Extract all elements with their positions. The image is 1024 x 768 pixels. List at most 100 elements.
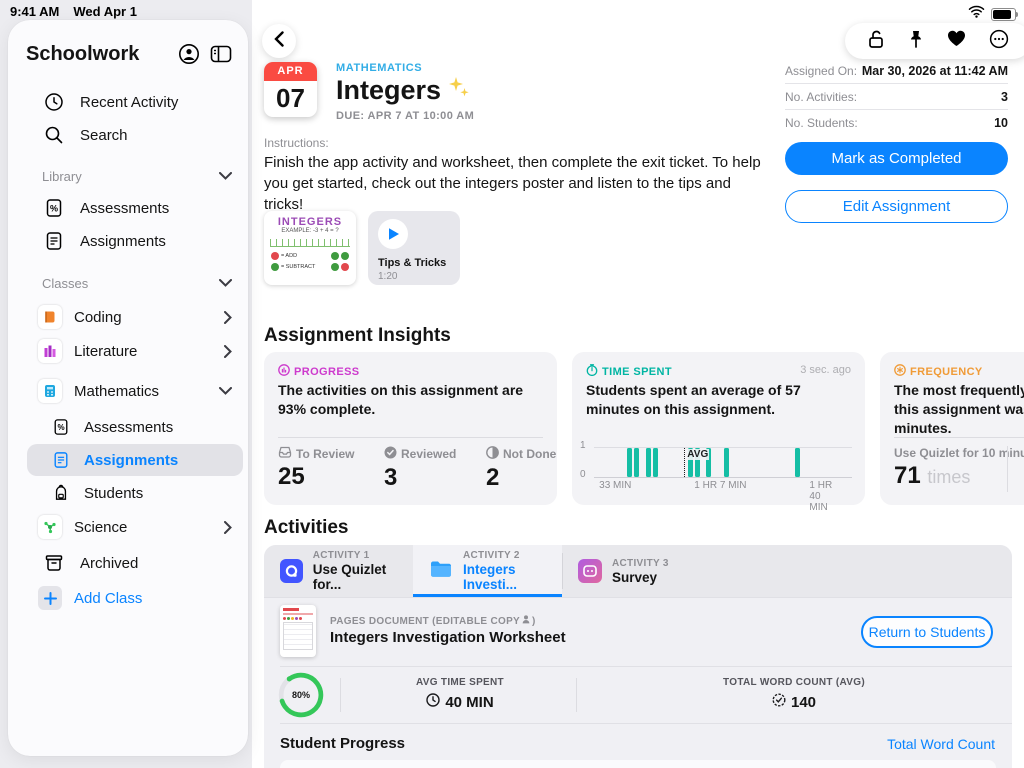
sidebar-item-math-assessments[interactable]: % Assessments [8,411,248,443]
updated-ago: 3 sec. ago [800,364,851,376]
stat-quizlet-frequency: Use Quizlet for 10 minutes 71 times [894,446,1024,490]
tag-label: PROGRESS [294,366,360,378]
divider [264,597,1012,598]
activity-progress-ring: 80% [278,672,324,718]
audio-title: Tips & Tricks [378,257,450,269]
sidebar-item-library-assignments[interactable]: Assignments [8,225,248,257]
sidebar-item-library-assessments[interactable]: % Assessments [8,192,248,224]
literature-class-icon [38,339,62,363]
stat-to-review: To Review 25 [278,446,354,491]
meta-row-students: No. Students: 10 [785,110,1008,135]
sidebar-item-add-class[interactable]: Add Class [8,582,248,614]
sidebar-section-library[interactable]: Library [8,160,248,192]
divider [1007,446,1008,492]
total-word-count-link[interactable]: Total Word Count [887,736,995,752]
assignments-icon [42,231,66,251]
tag-label: TIME SPENT [602,366,672,378]
sidebar-item-archived[interactable]: Archived [8,547,248,579]
heart-icon[interactable] [947,30,966,52]
frequency-tag: FREQUENCY [894,364,983,379]
sidebar-item-class-mathematics[interactable]: Mathematics [8,375,248,407]
date-badge-month: APR [264,62,317,81]
sidebar-item-search[interactable]: Search [8,119,248,151]
meta-label: Assigned On: [785,64,857,78]
folder-icon [429,559,453,584]
plus-icon [38,586,62,610]
activities-heading: Activities [264,517,348,539]
sidebar-label: Assignments [80,233,166,250]
stat-label: Not Done [503,447,556,461]
meta-row-activities: No. Activities: 3 [785,84,1008,110]
insights-heading: Assignment Insights [264,325,451,347]
wifi-icon [968,5,985,23]
stat-value: 71 times [894,462,1024,490]
poster-attachment[interactable]: INTEGERS EXAMPLE: -3 + 4 = ? = ADD = SUB… [264,211,356,285]
chevron-left-icon [274,31,284,52]
sidebar-label: Recent Activity [80,94,178,111]
avg-marker-label: AVG [686,449,709,460]
worksheet-thumbnail[interactable] [280,605,316,657]
unlock-icon[interactable] [867,29,885,54]
status-bar: 9:41 AM Wed Apr 1 [10,4,137,19]
progress-tag: PROGRESS [278,364,360,379]
stat-value: 40 MIN [445,694,493,711]
sidebar-label: Search [80,127,128,144]
stat-label: TOTAL WORD COUNT (AVG) [674,677,914,688]
audio-duration: 1:20 [378,271,450,282]
schoolwork-app: 9:41 AM Wed Apr 1 Schoolwork Recent Acti… [0,0,1024,768]
stat-label: AVG TIME SPENT [360,677,560,688]
back-button[interactable] [262,24,296,58]
document-kicker-close: ) [532,616,536,627]
subject-label: MATHEMATICS [336,62,422,74]
tab-activity-2-selected[interactable]: ACTIVITY 2 Integers Investi... [413,545,562,597]
time-spent-bar [724,448,729,477]
edit-assignment-button[interactable]: Edit Assignment [785,190,1008,223]
ring-percent: 80% [278,672,324,718]
mark-completed-button[interactable]: Mark as Completed [785,142,1008,175]
sidebar-label: Students [84,485,143,502]
due-date: DUE: APR 7 AT 10:00 AM [336,110,474,122]
return-to-students-button[interactable]: Return to Students [861,616,993,648]
tab-title: Survey [612,570,669,585]
poster-title: INTEGERS [264,216,356,228]
sidebar-label: Assessments [84,419,173,436]
poster-example: EXAMPLE: -3 + 4 = ? [264,228,356,234]
quizlet-icon [280,559,303,583]
tab-activity-3[interactable]: ACTIVITY 3 Survey [562,545,711,597]
poster-rule: = ADD [281,253,297,259]
play-icon[interactable] [378,219,408,249]
sidebar-item-class-coding[interactable]: Coding [8,301,248,333]
coding-class-icon [38,305,62,329]
more-options-icon[interactable] [989,29,1009,54]
sidebar-label: Mathematics [74,383,159,400]
frequency-count: 71 [894,462,921,489]
sidebar-item-class-literature[interactable]: Literature [8,335,248,367]
poster-rule: = SUBTRACT [281,264,315,270]
chevron-down-icon [219,387,232,395]
pin-icon[interactable] [908,29,924,54]
assessments-icon: % [52,418,70,436]
sidebar-item-recent-activity[interactable]: Recent Activity [8,86,248,118]
profile-icon[interactable] [178,43,200,65]
sidebar-item-math-students[interactable]: Students [8,477,248,509]
stat-reviewed: Reviewed 3 [384,446,456,492]
assignment-toolbar [845,23,1024,59]
audio-attachment[interactable]: Tips & Tricks 1:20 [368,211,460,285]
meta-row-assigned: Assigned On: Mar 30, 2026 at 11:42 AM [785,58,1008,84]
tab-activity-1[interactable]: ACTIVITY 1 Use Quizlet for... [264,545,413,597]
meta-label: No. Activities: [785,90,857,104]
time-spent-bar [634,448,639,477]
y-tick-1: 1 [580,440,586,451]
divider [340,678,341,712]
sparkles-icon [447,75,471,106]
sidebar-toggle-icon[interactable] [210,44,232,64]
document-type: PAGES DOCUMENT (EDITABLE COPY [330,616,520,627]
sidebar-section-classes[interactable]: Classes [8,267,248,299]
activities-panel: ACTIVITY 1 Use Quizlet for... ACTIVITY 2… [264,545,1012,768]
chevron-right-icon [224,521,232,534]
sidebar-item-class-science[interactable]: Science [8,511,248,543]
sidebar-item-math-assignments[interactable]: Assignments [8,444,248,476]
time-spent-plot: AVG [594,447,852,478]
divider [280,723,1012,724]
word-count-badge-icon [772,693,786,711]
